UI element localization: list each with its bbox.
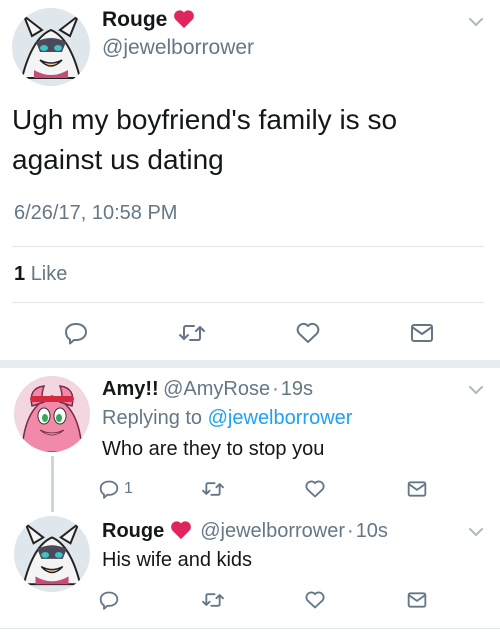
message-button[interactable] <box>402 477 432 501</box>
reply-author-name[interactable]: Rouge <box>102 520 164 542</box>
chevron-down-icon[interactable] <box>466 380 486 400</box>
reply-author-handle[interactable]: @AmyRose <box>163 378 270 400</box>
message-button[interactable] <box>404 318 440 348</box>
section-separator <box>0 360 500 368</box>
heart-icon <box>305 591 325 609</box>
author-row: Rouge <box>102 8 195 34</box>
author-name[interactable]: Rouge <box>102 8 167 31</box>
message-button[interactable] <box>402 588 432 612</box>
reply-count: 1 <box>124 480 133 497</box>
retweet-button[interactable] <box>174 318 210 348</box>
like-button[interactable] <box>300 477 330 501</box>
heart-icon <box>305 480 325 498</box>
replying-to-handle[interactable]: @jewelborrower <box>208 407 353 429</box>
retweet-button[interactable] <box>198 588 228 612</box>
reply-time[interactable]: 10s <box>356 520 388 542</box>
replying-to: Replying to @jewelborrower <box>102 407 352 430</box>
reply-icon <box>99 591 119 610</box>
retweet-icon <box>202 482 224 496</box>
likes-label: Like <box>30 263 68 285</box>
retweet-button[interactable] <box>198 477 228 501</box>
reply-button[interactable] <box>98 588 128 612</box>
avatar-rouge[interactable] <box>14 516 90 592</box>
reply-header: Rouge @jewelborrower · 10s <box>102 520 388 545</box>
message-icon <box>407 481 427 497</box>
reply-text: His wife and kids <box>102 549 253 571</box>
message-icon <box>411 324 433 342</box>
message-icon <box>407 592 427 608</box>
reply-author-name[interactable]: Amy!! <box>102 378 159 400</box>
dot-separator: · <box>347 520 354 542</box>
reply-text: Who are they to stop you <box>102 438 325 460</box>
thread-line <box>51 456 54 512</box>
likes-summary[interactable]: 1 Like <box>14 263 67 286</box>
tweet-text: Ugh my boyfriend's family is so against … <box>12 100 492 180</box>
likes-count: 1 <box>14 263 26 285</box>
reply-header: Amy!! @AmyRose · 19s <box>102 378 313 401</box>
like-button[interactable] <box>290 318 326 348</box>
reply-time[interactable]: 19s <box>281 378 313 400</box>
divider <box>12 302 484 303</box>
chevron-down-icon[interactable] <box>466 522 486 542</box>
retweet-icon <box>179 325 205 341</box>
replying-to-prefix: Replying to <box>102 407 203 429</box>
avatar-rouge[interactable] <box>12 8 90 86</box>
like-button[interactable] <box>300 588 330 612</box>
avatar-amy[interactable] <box>14 376 90 452</box>
reply-icon <box>99 480 119 499</box>
divider <box>0 628 500 629</box>
tweet-text-line: against us dating <box>12 144 224 175</box>
reply-icon <box>65 323 87 345</box>
heart-icon <box>296 322 320 343</box>
author-handle[interactable]: @jewelborrower <box>102 36 254 60</box>
dot-separator: · <box>272 378 279 400</box>
heart-emoji-icon <box>170 520 192 545</box>
reply-button[interactable] <box>58 318 94 348</box>
retweet-icon <box>202 593 224 607</box>
tweet-text-line: Ugh my boyfriend's family is so <box>12 104 398 135</box>
heart-emoji-icon <box>173 9 195 34</box>
reply-button[interactable]: 1 <box>98 477 142 501</box>
tweet-timestamp[interactable]: 6/26/17, 10:58 PM <box>14 202 177 225</box>
divider <box>12 246 484 247</box>
chevron-down-icon[interactable] <box>466 12 486 32</box>
reply-author-handle[interactable]: @jewelborrower <box>200 520 345 542</box>
